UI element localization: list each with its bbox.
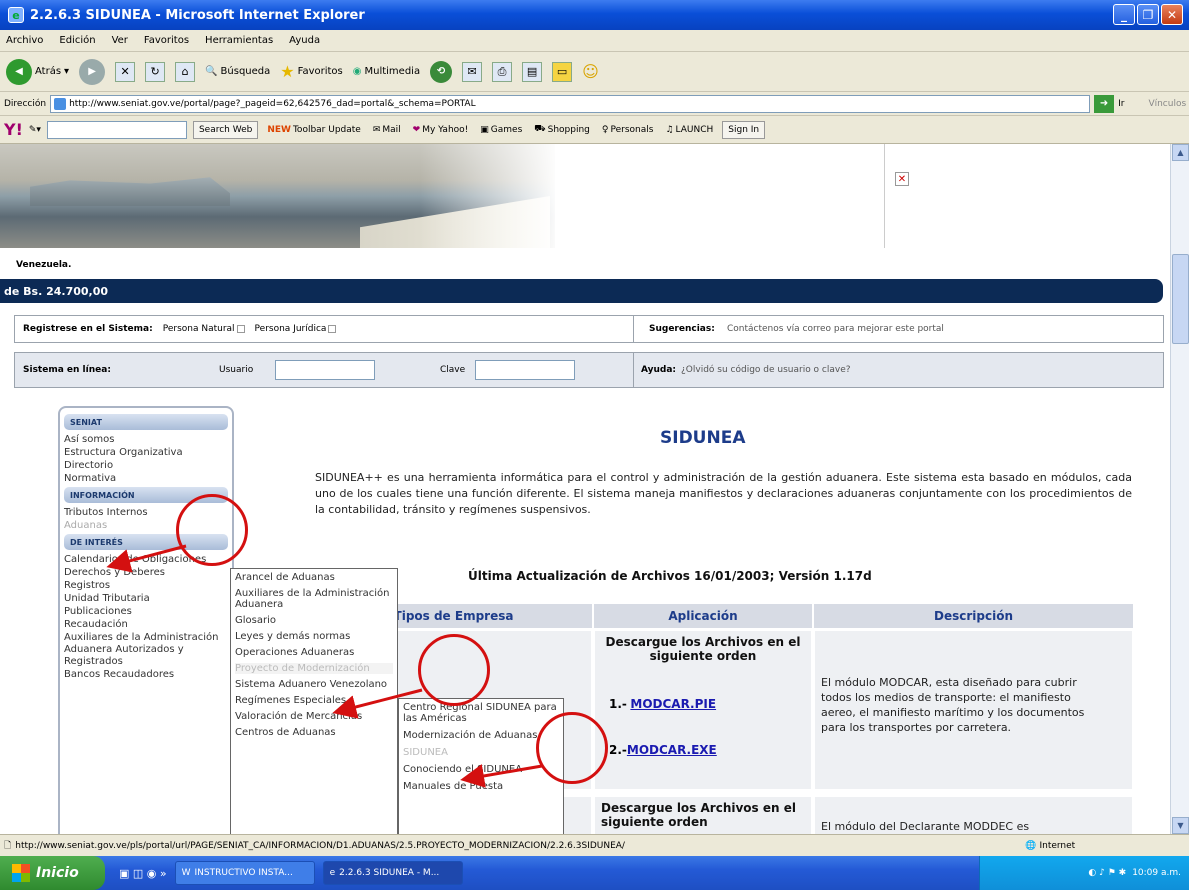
menu-favoritos[interactable]: Favoritos — [144, 35, 189, 46]
messenger-icon[interactable]: ☺ — [582, 62, 599, 81]
launch-button[interactable]: ♫ LAUNCH — [662, 125, 716, 135]
search-button[interactable]: 🔍 Búsqueda — [205, 66, 270, 77]
tray-icons[interactable]: ◐ ♪ ⚑ ✱ — [1088, 868, 1126, 878]
mail-icon[interactable]: ✉ — [462, 61, 483, 82]
annotation-arrows — [106, 544, 543, 788]
quicklaunch-icons[interactable]: ▣ ◫ ◉ » — [119, 867, 167, 880]
stop-icon[interactable]: ✕ — [115, 61, 136, 82]
cart-icon: ⛟ — [534, 124, 546, 134]
page-icon: 🗋 — [4, 840, 12, 851]
media-icon: ◉ — [352, 66, 362, 77]
annotation-arrow — [460, 764, 543, 788]
heart-icon: ❤ — [412, 124, 421, 135]
address-label: Dirección — [4, 98, 47, 109]
folder-icon[interactable]: ▭ — [552, 61, 573, 82]
personals-icon: ♀ — [601, 124, 609, 135]
yahoo-logo-icon[interactable]: Y! — [4, 120, 23, 139]
games-icon: ▣ — [480, 124, 489, 135]
windows-flag-icon — [12, 864, 30, 882]
page-icon — [54, 97, 67, 110]
menu-herramientas[interactable]: Herramientas — [205, 35, 273, 46]
annotation-arrow — [332, 688, 423, 719]
go-icon[interactable]: ➜ — [1094, 94, 1115, 113]
pencil-icon[interactable]: ✎▾ — [29, 125, 41, 135]
go-button[interactable]: Ir — [1118, 99, 1124, 109]
title-bar: e 2.2.6.3 SIDUNEA - Microsoft Internet E… — [0, 0, 1189, 30]
search-web-button[interactable]: Search Web — [192, 120, 259, 139]
scroll-thumb[interactable] — [1172, 254, 1189, 344]
back-button[interactable]: ◀ Atrás ▾ — [6, 58, 69, 85]
scroll-up-icon[interactable]: ▲ — [1172, 144, 1189, 161]
games-button[interactable]: ▣ Games — [477, 125, 525, 135]
clock: 10:09 a.m. — [1132, 868, 1181, 878]
mail-button[interactable]: ✉ Mail — [370, 125, 404, 135]
address-input[interactable]: http://www.seniat.gov.ve/portal/page?_pa… — [50, 94, 1091, 113]
status-url: http://www.seniat.gov.ve/pls/portal/url/… — [15, 840, 625, 851]
yahoo-toolbar: Y! ✎▾ Search Web NEW Toolbar Update ✉ Mail… — [0, 116, 1189, 144]
my-yahoo-button[interactable]: ❤ My Yahoo! — [410, 125, 472, 135]
system-tray: ◐ ♪ ⚑ ✱ 10:09 a.m. — [979, 856, 1189, 890]
print-icon[interactable]: ⎙ — [492, 61, 513, 82]
links-button[interactable]: Vínculos — [1148, 99, 1186, 109]
word-icon: W — [181, 868, 191, 878]
close-button[interactable]: ✕ — [1161, 4, 1183, 25]
refresh-icon[interactable]: ↻ — [145, 61, 166, 82]
menu-edicion[interactable]: Edición — [59, 35, 95, 46]
new-icon: NEW — [267, 124, 291, 135]
taskbar-item-sidunea[interactable]: e 2.2.6.3 SIDUNEA - M... — [322, 861, 463, 885]
toolbar-update-button[interactable]: NEW Toolbar Update — [264, 125, 363, 135]
menu-ver[interactable]: Ver — [112, 35, 128, 46]
ie-icon: e — [8, 7, 24, 23]
menu-ayuda[interactable]: Ayuda — [289, 35, 320, 46]
annotation-arrow — [106, 544, 187, 573]
address-bar: Dirección http://www.seniat.gov.ve/porta… — [0, 92, 1189, 116]
minimize-button[interactable]: _ — [1113, 4, 1135, 25]
menu-bar: Archivo Edición Ver Favoritos Herramient… — [0, 30, 1189, 52]
status-bar: 🗋 http://www.seniat.gov.ve/pls/portal/ur… — [0, 834, 1189, 856]
vertical-scrollbar[interactable]: ▲ ▼ — [1170, 144, 1189, 834]
sign-in-button[interactable]: Sign In — [722, 120, 766, 139]
scroll-down-icon[interactable]: ▼ — [1172, 817, 1189, 834]
star-icon: ★ — [280, 62, 295, 81]
menu-archivo[interactable]: Archivo — [6, 35, 43, 46]
envelope-icon: ✉ — [372, 124, 381, 135]
globe-icon: 🌐 — [1025, 840, 1037, 851]
launch-icon: ♫ — [665, 124, 674, 135]
taskbar-item-instructivo[interactable]: W INSTRUCTIVO INSTA... — [174, 861, 315, 885]
taskbar: Inicio ▣ ◫ ◉ » W INSTRUCTIVO INSTA... e 2.… — [0, 856, 1189, 890]
internet-zone: 🌐 Internet — [1025, 840, 1076, 851]
multimedia-button[interactable]: ◉ Multimedia — [353, 66, 420, 77]
maximize-button[interactable]: ❐ — [1137, 4, 1159, 25]
history-icon[interactable]: ⟲ — [430, 60, 453, 83]
start-button[interactable]: Inicio — [0, 856, 105, 890]
edit-icon[interactable]: ▤ — [522, 61, 543, 82]
toolbar: ◀ Atrás ▾ ▶ ✕ ↻ ⌂ 🔍 Búsqueda ★ Favoritos ◉… — [0, 52, 1189, 92]
personals-button[interactable]: ♀ Personals — [599, 125, 657, 135]
yahoo-search-input[interactable] — [46, 120, 187, 139]
shopping-button[interactable]: ⛟ Shopping — [531, 124, 593, 135]
page-content: ✕ Venezuela. de Bs. 24.700,00 Registrese… — [0, 144, 1170, 834]
back-arrow-icon: ◀ — [6, 58, 32, 85]
forward-button[interactable]: ▶ — [79, 58, 106, 85]
home-icon[interactable]: ⌂ — [175, 61, 196, 82]
favorites-button[interactable]: ★ Favoritos — [280, 62, 342, 81]
window-title: 2.2.6.3 SIDUNEA - Microsoft Internet Exp… — [30, 7, 365, 23]
search-icon: 🔍 — [205, 66, 218, 77]
ie-icon: e — [329, 868, 336, 878]
